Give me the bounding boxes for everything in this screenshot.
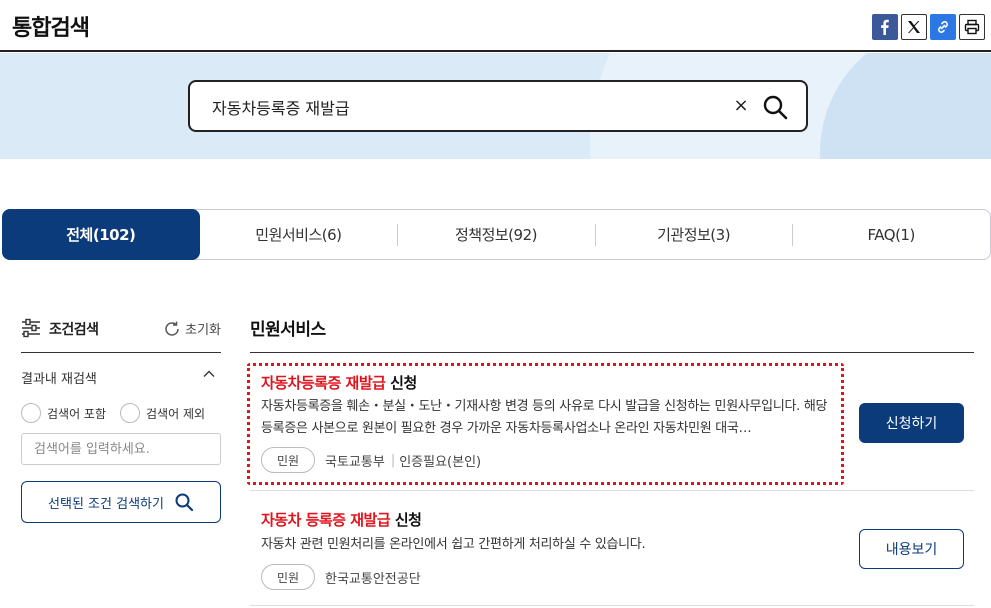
link-icon	[938, 21, 948, 33]
tab-all[interactable]: 전체(102)	[2, 209, 200, 260]
filter-header: 조건검색 초기화	[21, 313, 221, 353]
result-title-link[interactable]: 자동차 등록증 재발급 신청	[261, 509, 422, 530]
print-button[interactable]	[959, 14, 985, 40]
page-title: 통합검색	[12, 16, 90, 41]
search-banner: ×	[0, 53, 991, 159]
result-description: 자동차등록증을 훼손・분실・도난・기재사항 변경 등의 사유로 다시 발급을 신…	[261, 399, 828, 436]
auth-requirement: 인증필요(본인)	[399, 454, 482, 470]
filter-sliders-icon	[22, 318, 40, 338]
title-rest: 신청	[390, 511, 422, 529]
apply-filter-label: 선택된 조건 검색하기	[48, 496, 164, 512]
reset-label: 초기화	[185, 323, 221, 338]
category-badge: 민원	[261, 447, 315, 473]
result-item: 자동차등록증 재발급 신청 자동차등록증을 훼손・분실・도난・기재사항 변경 등…	[247, 353, 974, 491]
tab-civil-services[interactable]: 민원서비스(6)	[200, 210, 398, 259]
search-icon	[175, 493, 194, 512]
meta-separator: |	[390, 452, 396, 468]
radio-include[interactable]: 검색어 포함	[21, 403, 106, 423]
tab-policy-info[interactable]: 정책정보(92)	[397, 210, 595, 259]
radio-circle[interactable]	[120, 403, 141, 423]
tab-agency-info[interactable]: 기관정보(3)	[594, 210, 793, 259]
x-share-button[interactable]	[901, 14, 927, 40]
search-box: ×	[188, 80, 808, 132]
reset-button[interactable]: 초기화	[163, 319, 221, 338]
category-badge: 민원	[261, 564, 315, 590]
search-input[interactable]	[212, 94, 692, 120]
clear-search-button[interactable]: ×	[730, 94, 752, 118]
radio-include-label: 검색어 포함	[47, 406, 107, 421]
result-meta: 민원 국토교통부 | 인증필요(본인)	[261, 447, 481, 473]
page-header: 통합검색	[0, 0, 991, 52]
share-toolbar	[872, 14, 985, 40]
agency-name: 국토교통부	[325, 454, 385, 470]
agency-name: 한국교통안전공단	[325, 571, 421, 587]
results-section-title: 민원서비스	[250, 320, 326, 340]
search-button[interactable]	[760, 92, 790, 122]
radio-exclude[interactable]: 검색어 제외	[120, 403, 205, 423]
chevron-up-icon[interactable]	[201, 366, 217, 382]
result-title-link[interactable]: 자동차등록증 재발급 신청	[261, 372, 417, 393]
copy-link-button[interactable]	[930, 14, 956, 40]
result-item: 자동차 등록증 재발급 신청 자동차 관련 민원처리를 온라인에서 쉽고 간편하…	[250, 492, 974, 606]
refine-keyword-input[interactable]	[21, 433, 221, 465]
refine-options: 검색어 포함 검색어 제외	[21, 403, 205, 423]
result-meta: 민원 한국교통안전공단	[261, 564, 421, 590]
facebook-icon	[881, 19, 889, 35]
print-icon	[964, 19, 980, 35]
x-twitter-icon	[908, 21, 920, 33]
radio-circle[interactable]	[21, 403, 41, 423]
result-tabs: 전체(102) 민원서비스(6) 정책정보(92) 기관정보(3) FAQ(1)	[2, 209, 991, 260]
filter-title: 조건검색	[49, 322, 99, 338]
search-icon	[763, 95, 788, 120]
apply-filter-button[interactable]: 선택된 조건 검색하기	[21, 481, 221, 523]
title-keyword: 자동차 등록증 재발급	[261, 511, 391, 529]
tab-faq[interactable]: FAQ(1)	[792, 210, 990, 259]
apply-button[interactable]: 신청하기	[859, 403, 964, 443]
view-details-button[interactable]: 내용보기	[859, 529, 964, 569]
title-rest: 신청	[385, 374, 417, 392]
facebook-share-button[interactable]	[872, 14, 898, 40]
title-keyword: 자동차등록증 재발급	[261, 374, 386, 392]
radio-exclude-label: 검색어 제외	[146, 406, 206, 421]
refine-search-label: 결과내 재검색	[21, 372, 97, 387]
refresh-icon	[165, 321, 179, 336]
result-description: 자동차 관련 민원처리를 온라인에서 쉽고 간편하게 처리하실 수 있습니다.	[261, 537, 646, 552]
